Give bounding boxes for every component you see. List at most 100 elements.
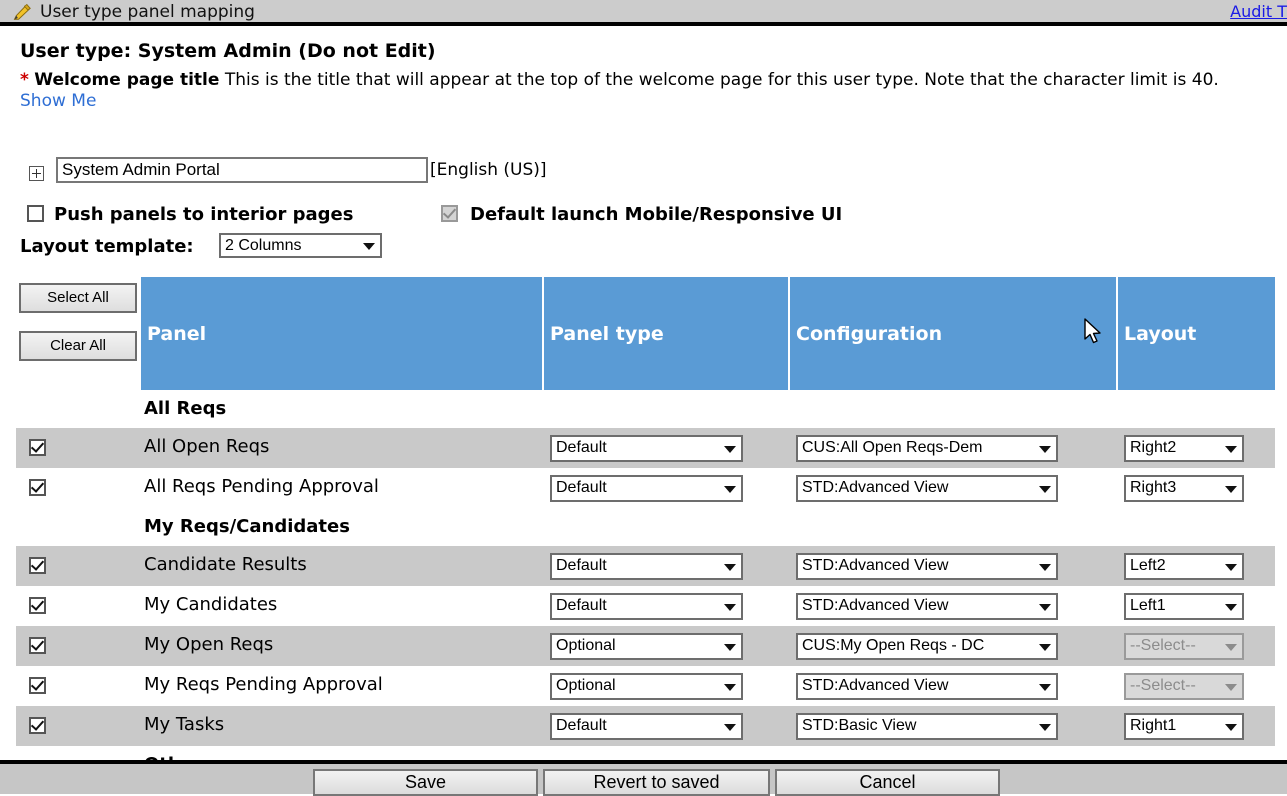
configuration-select[interactable]: CUS:My Open Reqs - DC bbox=[796, 633, 1058, 660]
layout-select: --Select-- bbox=[1124, 673, 1244, 700]
layout-select[interactable]: Left2 bbox=[1124, 553, 1244, 580]
panel-type-select-value: Optional bbox=[556, 677, 616, 694]
panel-name: My Reqs Pending Approval bbox=[144, 674, 383, 695]
table-row: My Open Reqs Optional CUS:My Open Reqs - D… bbox=[0, 626, 1275, 666]
layout-select-value: --Select-- bbox=[1130, 637, 1196, 654]
configuration-select-value: STD:Basic View bbox=[802, 717, 917, 734]
chevron-down-icon bbox=[1039, 445, 1051, 453]
panel-name: My Open Reqs bbox=[144, 634, 274, 655]
save-button[interactable]: Save bbox=[313, 769, 538, 796]
panel-type-select-value: Optional bbox=[556, 637, 616, 654]
panel-group-label: My Reqs/Candidates bbox=[144, 516, 350, 537]
panel-group-header-row: All Reqs bbox=[0, 390, 1275, 428]
audit-trail-link[interactable]: Audit T bbox=[1230, 2, 1287, 21]
panel-group-label: All Reqs bbox=[144, 398, 227, 419]
panel-enabled-checkbox[interactable] bbox=[29, 557, 46, 574]
row-checkbox-cell bbox=[16, 508, 141, 546]
layout-select[interactable]: Left1 bbox=[1124, 593, 1244, 620]
panel-enabled-checkbox[interactable] bbox=[29, 479, 46, 496]
panel-name: My Tasks bbox=[144, 714, 225, 735]
panel-type-select[interactable]: Optional bbox=[550, 673, 743, 700]
configuration-select[interactable]: STD:Advanced View bbox=[796, 475, 1058, 502]
panel-type-select[interactable]: Optional bbox=[550, 633, 743, 660]
action-bar: Save Revert to saved Cancel bbox=[0, 760, 1287, 796]
layout-select-value: Right1 bbox=[1130, 717, 1177, 734]
panel-enabled-checkbox[interactable] bbox=[29, 717, 46, 734]
configuration-select-value: STD:Advanced View bbox=[802, 557, 949, 574]
chevron-down-icon bbox=[724, 683, 736, 691]
layout-template-select[interactable]: 2 Columns bbox=[219, 233, 382, 258]
layout-select-value: Right2 bbox=[1130, 439, 1177, 456]
chevron-down-icon bbox=[1225, 683, 1237, 691]
panel-type-select[interactable]: Default bbox=[550, 713, 743, 740]
panel-type-select[interactable]: Default bbox=[550, 475, 743, 502]
panel-type-select[interactable]: Default bbox=[550, 435, 743, 462]
layout-select-value: --Select-- bbox=[1130, 677, 1196, 694]
configuration-select[interactable]: STD:Advanced View bbox=[796, 593, 1058, 620]
configuration-select[interactable]: STD:Advanced View bbox=[796, 673, 1058, 700]
configuration-select-value: STD:Advanced View bbox=[802, 597, 949, 614]
window-title-bar: User type panel mapping Audit T bbox=[0, 0, 1287, 26]
pencil-icon bbox=[12, 2, 34, 24]
configuration-select-value: STD:Advanced View bbox=[802, 479, 949, 496]
panel-type-select-value: Default bbox=[556, 597, 607, 614]
panel-rows-container: All Reqs All Open Reqs Default CUS:All Open… bbox=[0, 277, 1287, 794]
layout-template-label: Layout template: bbox=[20, 236, 194, 257]
welcome-title-help-text: This is the title that will appear at th… bbox=[224, 70, 1219, 90]
layout-select-value: Right3 bbox=[1130, 479, 1177, 496]
configuration-select-value: CUS:All Open Reqs-Dem bbox=[802, 439, 983, 456]
panel-type-select-value: Default bbox=[556, 557, 607, 574]
layout-select-value: Left1 bbox=[1130, 597, 1166, 614]
panel-enabled-checkbox[interactable] bbox=[29, 637, 46, 654]
panel-type-select-value: Default bbox=[556, 439, 607, 456]
table-row: All Reqs Pending Approval Default STD:Adva… bbox=[0, 468, 1275, 508]
configuration-select[interactable]: STD:Advanced View bbox=[796, 553, 1058, 580]
welcome-page-title-input[interactable] bbox=[56, 157, 428, 183]
chevron-down-icon bbox=[1225, 563, 1237, 571]
expand-translations-icon[interactable] bbox=[29, 166, 44, 181]
layout-select[interactable]: Right1 bbox=[1124, 713, 1244, 740]
chevron-down-icon bbox=[1039, 485, 1051, 493]
panel-enabled-checkbox[interactable] bbox=[29, 597, 46, 614]
configuration-select[interactable]: CUS:All Open Reqs-Dem bbox=[796, 435, 1058, 462]
layout-select[interactable]: Right3 bbox=[1124, 475, 1244, 502]
layout-select-value: Left2 bbox=[1130, 557, 1166, 574]
panel-name: All Reqs Pending Approval bbox=[144, 476, 379, 497]
chevron-down-icon bbox=[1039, 723, 1051, 731]
chevron-down-icon bbox=[1039, 563, 1051, 571]
panel-type-select[interactable]: Default bbox=[550, 593, 743, 620]
table-row: My Tasks Default STD:Basic View Right1 bbox=[0, 706, 1275, 746]
table-row: My Candidates Default STD:Advanced View Lef… bbox=[0, 586, 1275, 626]
chevron-down-icon bbox=[363, 242, 375, 250]
cancel-button[interactable]: Cancel bbox=[775, 769, 1000, 796]
panel-group-header-row: My Reqs/Candidates bbox=[0, 508, 1275, 546]
table-row: My Reqs Pending Approval Optional STD:Adva… bbox=[0, 666, 1275, 706]
chevron-down-icon bbox=[724, 563, 736, 571]
table-row: All Open Reqs Default CUS:All Open Reqs-De… bbox=[0, 428, 1275, 468]
row-body-cell bbox=[141, 390, 1275, 428]
chevron-down-icon bbox=[1225, 445, 1237, 453]
table-row: Candidate Results Default STD:Advanced Vie… bbox=[0, 546, 1275, 586]
push-panels-label: Push panels to interior pages bbox=[54, 204, 354, 225]
layout-select[interactable]: Right2 bbox=[1124, 435, 1244, 462]
push-panels-checkbox[interactable] bbox=[27, 205, 44, 222]
default-launch-mobile-checkbox[interactable] bbox=[441, 205, 458, 222]
configuration-select[interactable]: STD:Basic View bbox=[796, 713, 1058, 740]
required-marker: * bbox=[20, 70, 29, 90]
panel-type-select[interactable]: Default bbox=[550, 553, 743, 580]
default-launch-mobile-label: Default launch Mobile/Responsive UI bbox=[470, 204, 843, 225]
chevron-down-icon bbox=[1039, 643, 1051, 651]
welcome-title-description: * Welcome page title This is the title t… bbox=[20, 70, 1235, 112]
language-tag: [English (US)] bbox=[430, 160, 547, 180]
show-me-link[interactable]: Show Me bbox=[20, 91, 96, 111]
revert-to-saved-button[interactable]: Revert to saved bbox=[543, 769, 770, 796]
panel-type-select-value: Default bbox=[556, 717, 607, 734]
panel-enabled-checkbox[interactable] bbox=[29, 439, 46, 456]
chevron-down-icon bbox=[1039, 603, 1051, 611]
welcome-title-label: Welcome page title bbox=[34, 70, 220, 90]
panel-enabled-checkbox[interactable] bbox=[29, 677, 46, 694]
chevron-down-icon bbox=[724, 723, 736, 731]
chevron-down-icon bbox=[1225, 485, 1237, 493]
panel-type-select-value: Default bbox=[556, 479, 607, 496]
panel-name: My Candidates bbox=[144, 594, 278, 615]
